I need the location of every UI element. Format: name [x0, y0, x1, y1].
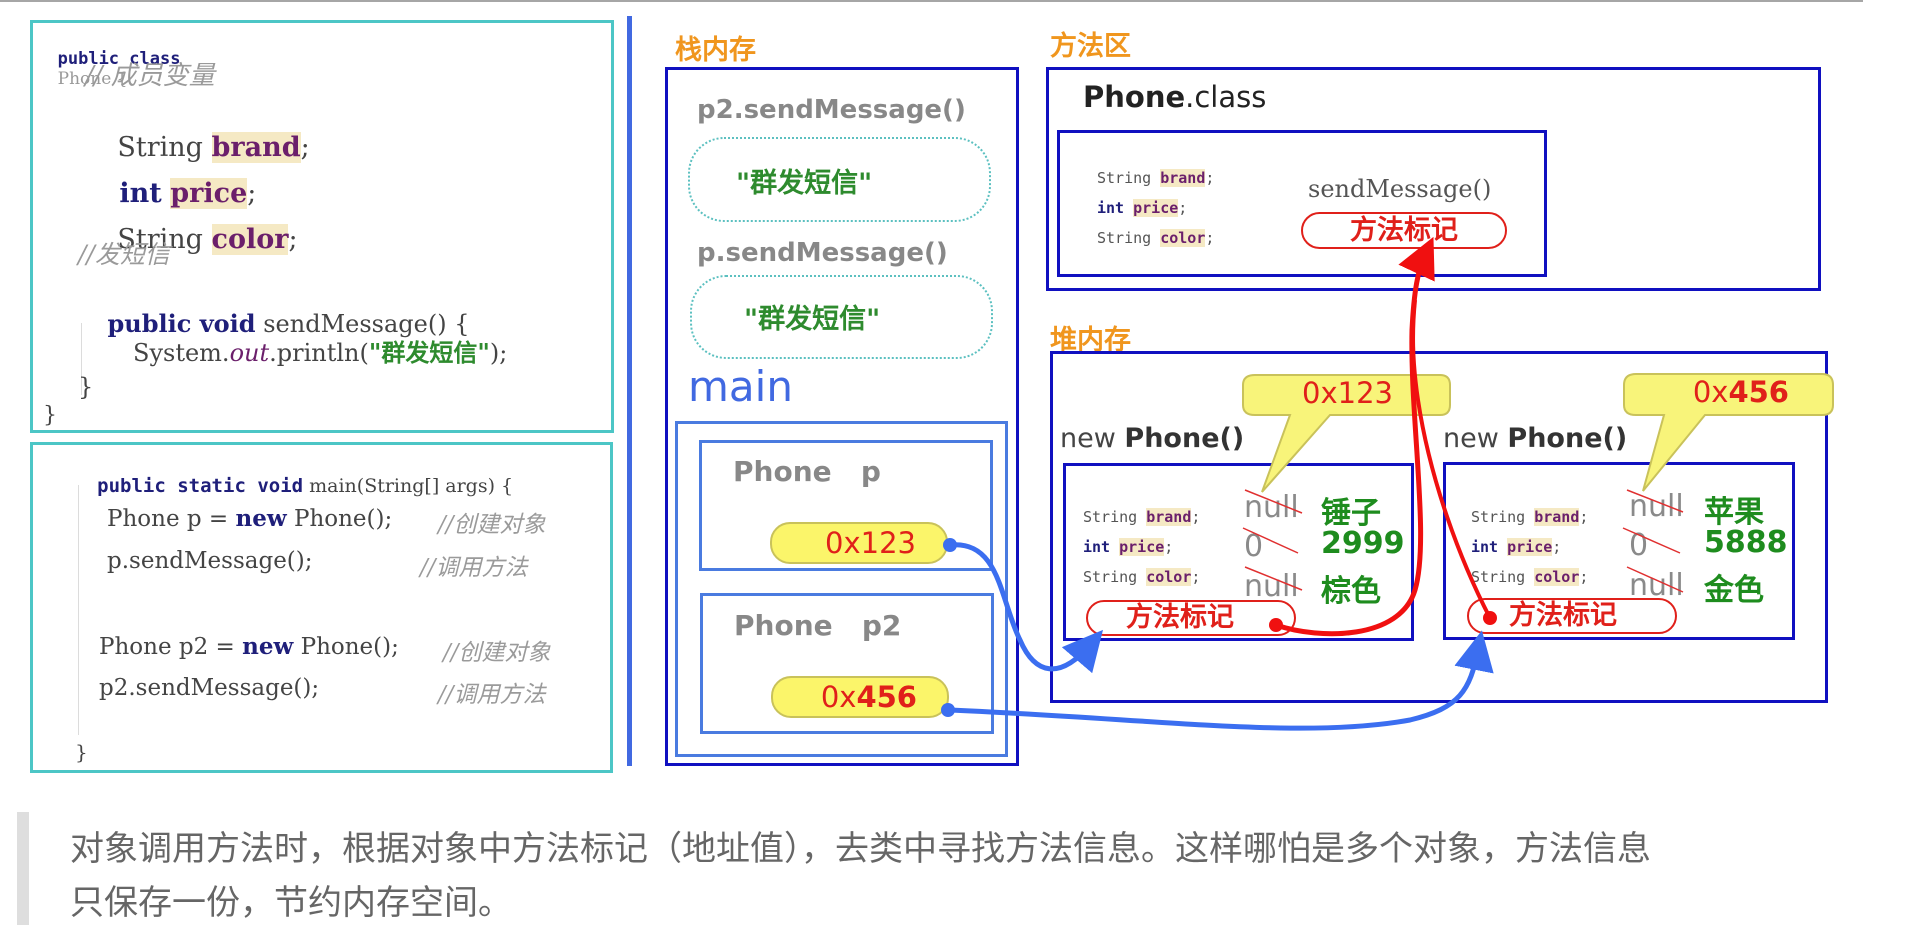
caption-text: 对象调用方法时，根据对象中方法标记（地址值），去类中寻找方法信息。这样哪怕是多个… — [70, 822, 1870, 930]
address-text: 0x123 — [1302, 376, 1393, 410]
blockquote-bar — [17, 812, 29, 925]
callout-address-text: 0x456 — [1624, 375, 1834, 409]
strikethrough-marks — [1242, 489, 1684, 593]
address-number: 456 — [1728, 375, 1789, 409]
caption-line: 只保存一份，节约内存空间。 — [70, 883, 512, 923]
caption-line: 对象调用方法时，根据对象中方法标记（地址值），去类中寻找方法信息。这样哪怕是多个… — [70, 829, 1651, 869]
address-prefix: 0x — [1692, 375, 1729, 409]
reference-arrow-p — [943, 538, 1104, 674]
callout-address-text: 0x123 — [1243, 376, 1443, 410]
method-arrow-obj2 — [1411, 299, 1497, 625]
reference-arrow-p2 — [941, 630, 1494, 731]
diagram-overlay — [941, 236, 1834, 731]
